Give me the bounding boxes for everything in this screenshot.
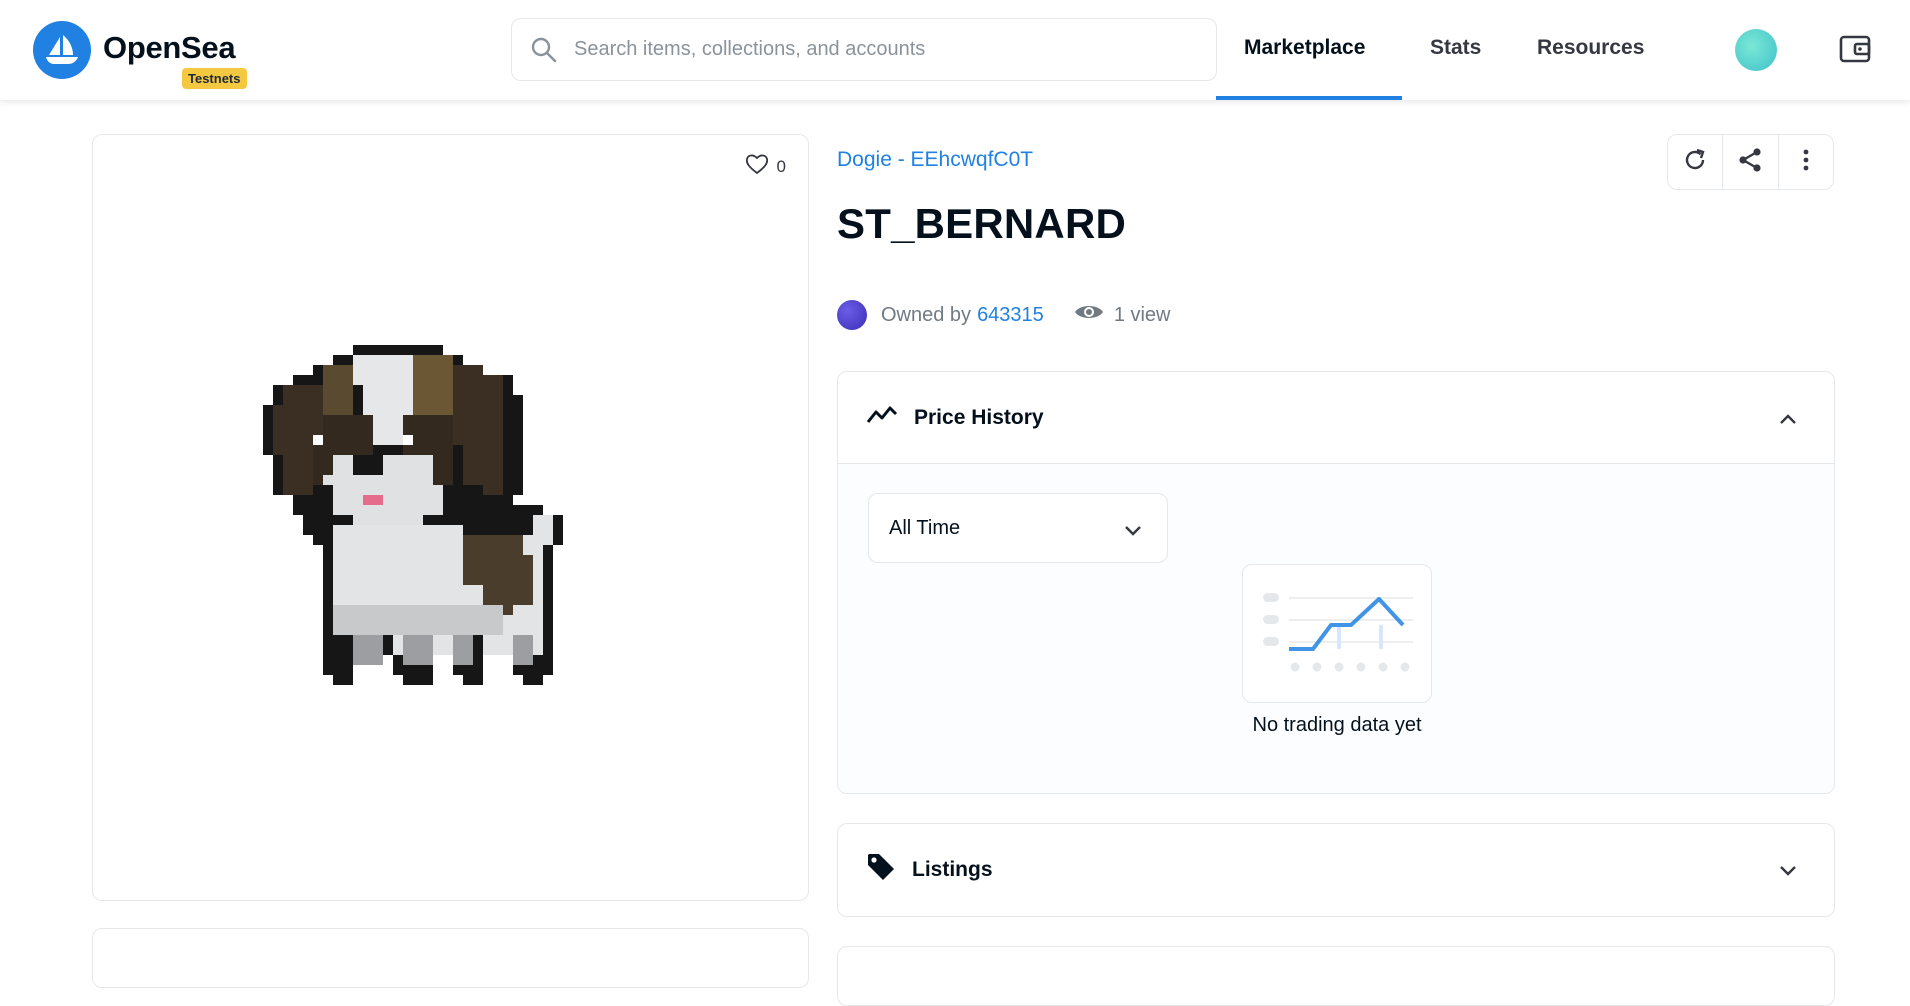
nft-dog-image bbox=[263, 345, 563, 685]
trend-icon bbox=[866, 404, 898, 432]
nav-active-indicator bbox=[1216, 96, 1402, 100]
price-history-panel: Price History All Time No trading data y… bbox=[837, 371, 1835, 794]
wallet-icon[interactable] bbox=[1838, 32, 1872, 71]
favorite-count: 0 bbox=[776, 156, 786, 176]
refresh-button[interactable] bbox=[1668, 135, 1724, 189]
item-image-card: 0 bbox=[92, 134, 809, 901]
item-details-card bbox=[92, 928, 809, 988]
listings-panel: Listings bbox=[837, 823, 1835, 917]
chevron-down-icon[interactable] bbox=[1778, 860, 1798, 884]
nav-marketplace[interactable]: Marketplace bbox=[1244, 36, 1365, 60]
price-history-header[interactable]: Price History bbox=[838, 372, 1834, 463]
views-indicator: 1 view bbox=[1074, 302, 1171, 328]
owner-row: Owned by 643315 1 view bbox=[837, 300, 1171, 330]
eye-icon bbox=[1074, 302, 1104, 328]
owner-link[interactable]: 643315 bbox=[977, 304, 1044, 327]
favorite-button[interactable]: 0 bbox=[745, 153, 786, 180]
no-data-message: No trading data yet bbox=[1252, 714, 1422, 736]
share-button[interactable] bbox=[1723, 135, 1779, 189]
collection-link[interactable]: Dogie - EEhcwqfC0T bbox=[837, 148, 1033, 172]
user-avatar[interactable] bbox=[1735, 29, 1777, 71]
search-icon bbox=[530, 36, 558, 69]
heart-icon bbox=[745, 153, 769, 180]
more-icon bbox=[1802, 148, 1810, 177]
testnets-badge: Testnets bbox=[182, 68, 247, 89]
search-bar[interactable] bbox=[511, 18, 1217, 81]
item-actions bbox=[1667, 134, 1834, 190]
listings-title: Listings bbox=[912, 858, 993, 881]
tag-icon bbox=[866, 852, 896, 888]
time-range-select[interactable]: All Time bbox=[868, 493, 1168, 563]
opensea-logo[interactable] bbox=[33, 21, 91, 79]
chevron-up-icon[interactable] bbox=[1778, 408, 1798, 432]
item-title: ST_BERNARD bbox=[837, 200, 1127, 247]
nav-stats[interactable]: Stats bbox=[1430, 36, 1481, 60]
owned-by-label: Owned by bbox=[881, 303, 972, 326]
top-navbar: OpenSea Testnets Marketplace Stats Resou… bbox=[0, 0, 1910, 100]
views-count: 1 view bbox=[1113, 303, 1171, 326]
more-options-button[interactable] bbox=[1779, 135, 1833, 189]
price-history-body: All Time No trading data yet bbox=[838, 463, 1834, 793]
chevron-down-icon bbox=[1123, 521, 1143, 544]
share-icon bbox=[1736, 146, 1764, 179]
refresh-icon bbox=[1682, 147, 1708, 178]
price-history-title: Price History bbox=[914, 405, 1044, 429]
owner-avatar[interactable] bbox=[837, 300, 867, 330]
brand-name[interactable]: OpenSea bbox=[103, 30, 236, 66]
next-panel bbox=[837, 946, 1835, 1006]
listings-header[interactable]: Listings bbox=[838, 824, 1834, 916]
empty-chart-illustration bbox=[1242, 564, 1432, 703]
time-range-value: All Time bbox=[889, 516, 961, 539]
search-input[interactable] bbox=[574, 19, 1194, 80]
nav-resources[interactable]: Resources bbox=[1537, 36, 1644, 60]
